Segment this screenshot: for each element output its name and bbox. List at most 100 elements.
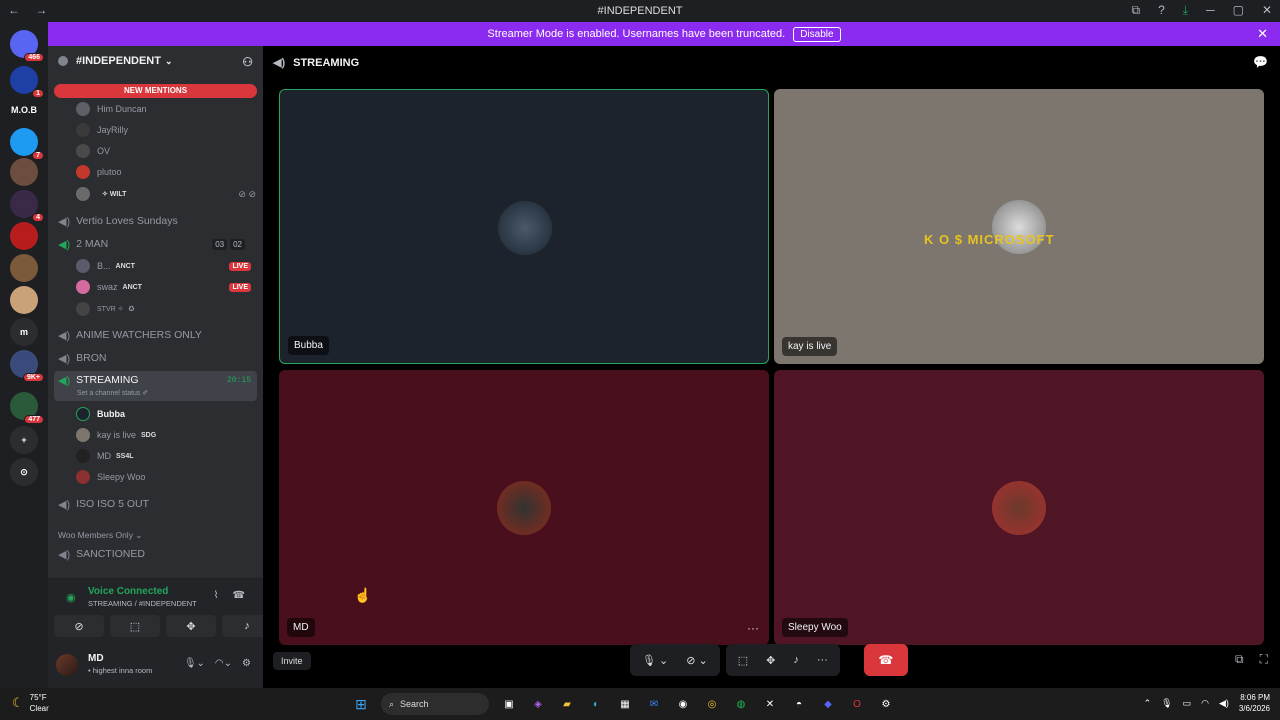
server-icon[interactable] [10, 158, 38, 186]
steam-icon[interactable]: ◓ [790, 695, 808, 713]
voice-user[interactable]: Bubba [76, 405, 125, 423]
user-panel: MD • highest inna room 🎙⌄ ◠⌄ ⚙ [48, 642, 263, 688]
server-icon[interactable]: ⊙ [10, 458, 38, 486]
chevron-up-icon[interactable]: ⌃ [1144, 698, 1152, 709]
mail-icon[interactable]: ✉ [645, 695, 663, 713]
voice-user[interactable]: swaz ANCT LIVE [76, 278, 257, 296]
voice-channel-sanctioned[interactable]: ◀) SANCTIONED [58, 544, 145, 564]
add-user-icon[interactable]: ⚇ [242, 55, 253, 69]
microphone-icon[interactable]: 🎙 ⌄ [642, 654, 668, 667]
channel-status[interactable]: Set a channel status ✐ [77, 389, 148, 397]
voice-user[interactable]: Him Duncan [76, 100, 147, 118]
user-name[interactable]: MD [88, 653, 104, 664]
microphone-icon[interactable]: 🎙⌄ [184, 658, 205, 669]
microphone-tray-icon[interactable]: 🎙 [1161, 698, 1172, 709]
store-icon[interactable]: ▦ [616, 695, 634, 713]
server-icon[interactable]: 466 [10, 30, 44, 62]
voice-user[interactable]: ✧ WILT ⊘ ⊘ [76, 185, 256, 203]
voice-channel-iso[interactable]: ◀) ISO ISO 5 OUT [58, 494, 149, 514]
server-icon[interactable] [10, 222, 38, 250]
server-icon[interactable]: m [10, 318, 38, 346]
chat-icon[interactable]: 💬 [1253, 55, 1268, 69]
edge-icon[interactable]: ◐ [587, 695, 605, 713]
windows-start-icon[interactable]: ⊞ [352, 695, 370, 713]
camera-off-button[interactable]: ⊘ [54, 615, 104, 637]
voice-user[interactable]: OV [76, 142, 110, 160]
voice-user[interactable]: plutoo [76, 163, 122, 181]
help-icon[interactable]: ? [1158, 3, 1165, 18]
video-tile[interactable]: Bubba [279, 89, 769, 364]
server-icon[interactable] [10, 254, 38, 282]
screen-share-button[interactable]: ⬚ [110, 615, 160, 637]
opera-icon[interactable]: O [848, 695, 866, 713]
signal-icon[interactable]: ◉ [66, 591, 76, 604]
headphones-icon[interactable]: ◠⌄ [215, 658, 232, 669]
fullscreen-icon[interactable]: ⛶ [1260, 652, 1268, 667]
video-tile[interactable]: MD ··· [279, 370, 769, 645]
inbox-icon[interactable]: ⧉ [1132, 3, 1141, 18]
server-icon[interactable]: 4 [10, 190, 44, 222]
clock[interactable]: 8:06 PM 3/6/2026 [1239, 692, 1270, 714]
voice-user[interactable]: STVR ✧ ✪ [76, 300, 134, 318]
voice-user[interactable]: MD SS4L [76, 447, 134, 465]
avatar[interactable] [56, 654, 78, 676]
view-controls: ⧉ ⛶ [1235, 652, 1268, 667]
screen-share-icon[interactable]: ⬚ [738, 654, 748, 667]
new-mentions-pill[interactable]: NEW MENTIONS [54, 84, 257, 98]
voice-user[interactable]: Sleepy Woo [76, 468, 145, 486]
voice-status[interactable]: Voice Connected [88, 586, 168, 597]
chrome-icon[interactable]: ◎ [703, 695, 721, 713]
voice-channel-anime[interactable]: ◀) ANIME WATCHERS ONLY [58, 325, 202, 345]
server-icon[interactable]: 7 [10, 128, 44, 160]
discord-icon[interactable]: ◆ [819, 695, 837, 713]
voice-user[interactable]: JayRilly [76, 121, 128, 139]
voice-channel-streaming[interactable]: ◀) STREAMING 20:15 Set a channel status … [54, 371, 257, 401]
minimize-icon[interactable]: ─ [1206, 3, 1215, 18]
more-options-icon[interactable]: ··· [747, 621, 759, 635]
github-icon[interactable]: ◉ [674, 695, 692, 713]
voice-user[interactable]: kay is live SDG [76, 426, 156, 444]
voice-user[interactable]: B... ANCT LIVE [76, 257, 257, 275]
copilot-icon[interactable]: ◈ [529, 695, 547, 713]
camera-off-icon[interactable]: ⊘ ⌄ [686, 654, 708, 667]
server-icon[interactable]: M.O.B [10, 96, 38, 124]
task-view-icon[interactable]: ▣ [500, 695, 518, 713]
taskbar-search[interactable]: ⌕ Search [381, 693, 489, 715]
wifi-icon[interactable]: ◠ [1201, 698, 1209, 709]
close-banner-icon[interactable]: ✕ [1257, 26, 1268, 42]
maximize-icon[interactable]: ▢ [1233, 3, 1244, 18]
server-header[interactable]: #INDEPENDENT ⌄ ⚇ [48, 46, 263, 76]
server-icon[interactable]: 1 [10, 66, 44, 98]
voice-channel-2man[interactable]: ◀) 2 MAN 03 02 [58, 234, 251, 254]
popout-icon[interactable]: ⧉ [1235, 652, 1244, 667]
video-tile[interactable]: Sleepy Woo [774, 370, 1264, 645]
display-icon[interactable]: ▭ [1183, 698, 1192, 709]
activities-button[interactable]: ✥ [166, 615, 216, 637]
server-icon[interactable]: 9K+ [10, 350, 44, 382]
server-icon[interactable] [10, 286, 38, 314]
server-icon[interactable]: 477 [10, 392, 44, 424]
disconnect-button[interactable]: ☎ [863, 644, 908, 676]
volume-icon[interactable]: ◀) [1219, 698, 1229, 709]
download-icon[interactable]: ⤓ [1183, 3, 1188, 18]
server-icon[interactable]: + [10, 426, 38, 454]
voice-channel-vertio[interactable]: ◀) Vertio Loves Sundays [58, 211, 178, 231]
category-woo[interactable]: Woo Members Only ⌄ [58, 530, 142, 541]
close-window-icon[interactable]: ✕ [1262, 3, 1272, 18]
xbox-icon[interactable]: ✕ [761, 695, 779, 713]
file-explorer-icon[interactable]: ▰ [558, 695, 576, 713]
more-icon[interactable]: ··· [817, 654, 828, 666]
settings-gear-icon[interactable]: ⚙ [242, 658, 251, 669]
invite-button[interactable]: Invite [273, 652, 311, 670]
voice-location[interactable]: STREAMING / #INDEPENDENT [88, 599, 197, 608]
weather-widget[interactable]: ☾ 75°F Clear [12, 692, 49, 714]
activities-icon[interactable]: ✥ [766, 654, 775, 667]
video-tile[interactable]: K O $ MICROSOFT kay is live [774, 89, 1264, 364]
disable-button[interactable]: Disable [793, 26, 841, 42]
voice-channel-bron[interactable]: ◀) BRON [58, 348, 106, 368]
spotify-icon[interactable]: ◍ [732, 695, 750, 713]
disconnect-icon[interactable]: ☎ [233, 590, 245, 601]
soundboard-icon[interactable]: ♪ [793, 654, 799, 666]
settings-icon[interactable]: ⚙ [877, 695, 895, 713]
noise-suppression-icon[interactable]: ⌇ [214, 590, 219, 601]
